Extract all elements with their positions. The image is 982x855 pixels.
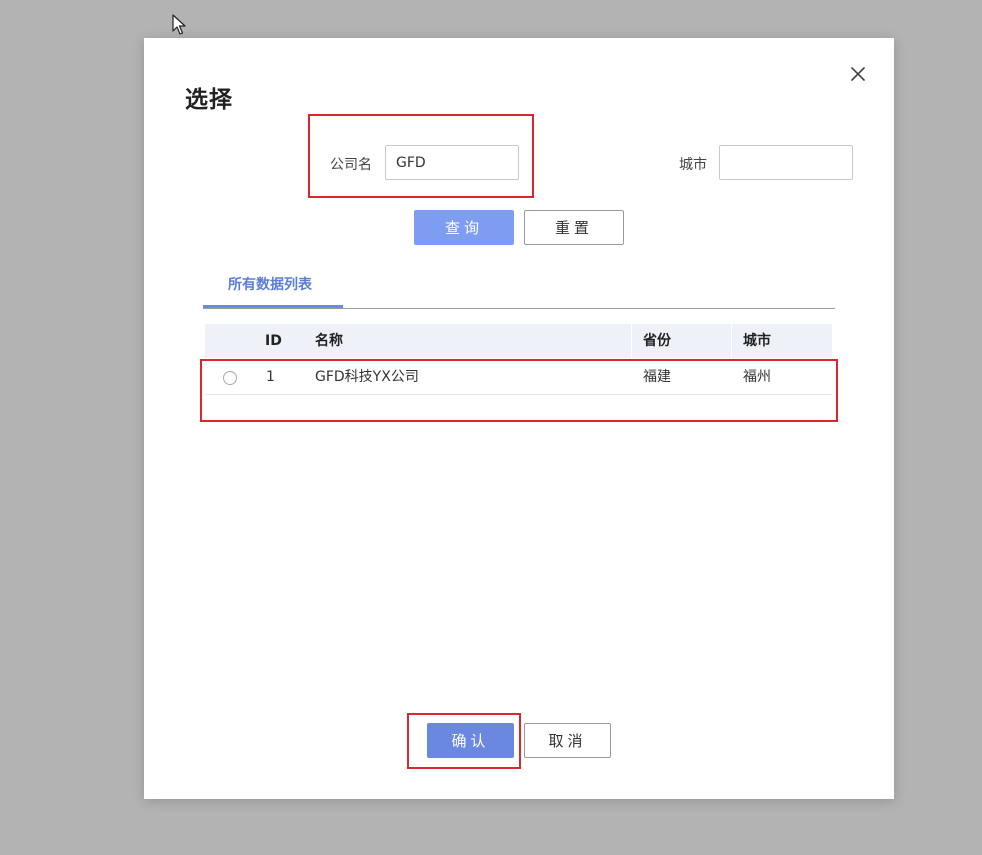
column-divider bbox=[631, 324, 632, 358]
column-header-city: 城市 bbox=[743, 333, 771, 349]
query-button[interactable]: 查询 bbox=[414, 210, 514, 245]
company-name-input[interactable] bbox=[385, 145, 519, 180]
company-name-label: 公司名 bbox=[330, 157, 372, 173]
row-select-radio[interactable] bbox=[223, 371, 237, 385]
column-divider bbox=[731, 324, 732, 358]
cell-province: 福建 bbox=[643, 369, 671, 385]
cell-id: 1 bbox=[266, 369, 275, 385]
mouse-cursor-icon bbox=[172, 14, 186, 35]
reset-button[interactable]: 重置 bbox=[524, 210, 624, 245]
column-header-province: 省份 bbox=[643, 333, 671, 349]
table-header: ID 名称 省份 城市 bbox=[205, 324, 832, 358]
close-icon bbox=[851, 67, 865, 81]
dialog-title: 选择 bbox=[185, 87, 233, 113]
tab-divider bbox=[203, 308, 835, 309]
table-row[interactable]: 1 GFD科技YX公司 福建 福州 bbox=[205, 360, 832, 395]
cell-city: 福州 bbox=[743, 369, 771, 385]
city-label: 城市 bbox=[679, 157, 707, 173]
confirm-button[interactable]: 确认 bbox=[427, 723, 514, 758]
column-header-id: ID bbox=[265, 333, 282, 349]
cell-name: GFD科技YX公司 bbox=[315, 369, 419, 385]
select-dialog: 选择 公司名 城市 查询 重置 所有数据列表 ID 名称 省份 城市 1 GFD… bbox=[144, 38, 894, 799]
tab-all-data-list[interactable]: 所有数据列表 bbox=[203, 274, 343, 308]
city-input[interactable] bbox=[719, 145, 853, 180]
cancel-button[interactable]: 取消 bbox=[524, 723, 611, 758]
close-button[interactable] bbox=[848, 64, 868, 84]
column-header-name: 名称 bbox=[315, 333, 343, 349]
